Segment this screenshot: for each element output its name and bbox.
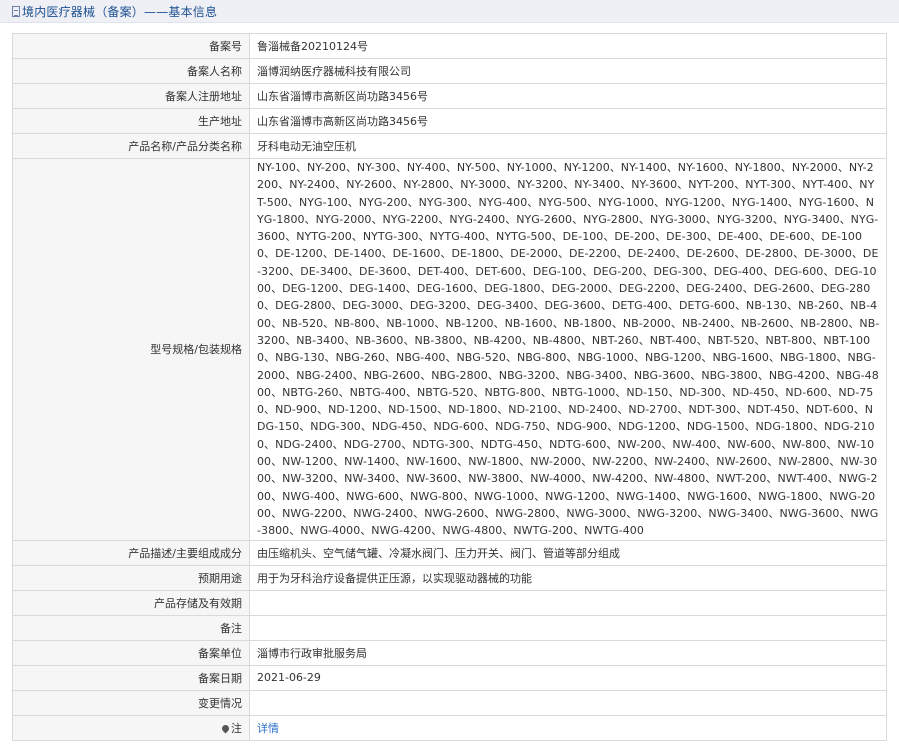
field-label: 预期用途 <box>12 564 250 591</box>
field-value <box>249 589 887 616</box>
page-header: 境内医疗器械（备案）——基本信息 <box>0 0 899 23</box>
field-value: 牙科电动无油空压机 <box>249 133 887 159</box>
field-label: 产品名称/产品分类名称 <box>12 133 250 159</box>
field-value: 由压缩机头、空气储气罐、冷凝水阀门、压力开关、阀门、管道等部分组成 <box>249 539 887 566</box>
table-row: 备案号 鲁淄械备20210124号 <box>12 33 887 59</box>
field-label: 变更情况 <box>12 689 250 716</box>
document-icon <box>12 5 20 17</box>
field-value: 鲁淄械备20210124号 <box>249 33 887 59</box>
field-value: 山东省淄博市高新区尚功路3456号 <box>249 108 887 134</box>
table-row: 注 详情 <box>12 714 887 741</box>
field-value: 淄博润纳医疗器械科技有限公司 <box>249 58 887 84</box>
field-label: 备案单位 <box>12 639 250 666</box>
field-label: 产品存储及有效期 <box>12 589 250 616</box>
field-value: 淄博市行政审批服务局 <box>249 639 887 666</box>
table-row: 备案单位 淄博市行政审批服务局 <box>12 639 887 666</box>
table-row: 预期用途 用于为牙科治疗设备提供正压源，以实现驱动器械的功能 <box>12 564 887 591</box>
field-label: 备注 <box>12 614 250 641</box>
field-label: 型号规格/包装规格 <box>12 158 250 541</box>
field-label: 注 <box>231 721 242 735</box>
field-value: 用于为牙科治疗设备提供正压源，以实现驱动器械的功能 <box>249 564 887 591</box>
table-row: 产品名称/产品分类名称 牙科电动无油空压机 <box>12 133 887 159</box>
model-spec-value: NY-100、NY-200、NY-300、NY-400、NY-500、NY-10… <box>249 158 887 541</box>
table-row: 产品描述/主要组成成分 由压缩机头、空气储气罐、冷凝水阀门、压力开关、阀门、管道… <box>12 539 887 566</box>
field-label: 备案人名称 <box>12 58 250 84</box>
details-link[interactable]: 详情 <box>257 722 279 735</box>
field-label: 备案号 <box>12 33 250 59</box>
table-row: 备案人注册地址 山东省淄博市高新区尚功路3456号 <box>12 83 887 109</box>
page-title: 境内医疗器械（备案）——基本信息 <box>22 4 218 19</box>
table-row: 备案人名称 淄博润纳医疗器械科技有限公司 <box>12 58 887 84</box>
field-value <box>249 689 887 716</box>
field-label: 生产地址 <box>12 108 250 134</box>
field-label: 产品描述/主要组成成分 <box>12 539 250 566</box>
table-row: 备注 <box>12 614 887 641</box>
table-row: 生产地址 山东省淄博市高新区尚功路3456号 <box>12 108 887 134</box>
field-value: 山东省淄博市高新区尚功路3456号 <box>249 83 887 109</box>
field-value-cell: 详情 <box>249 714 887 741</box>
table-row: 产品存储及有效期 <box>12 589 887 616</box>
map-pin-icon <box>220 723 231 733</box>
note-label-cell: 注 <box>12 714 250 741</box>
info-table: 备案号 鲁淄械备20210124号 备案人名称 淄博润纳医疗器械科技有限公司 备… <box>12 33 887 741</box>
field-label: 备案日期 <box>12 664 250 691</box>
field-value <box>249 614 887 641</box>
table-row: 型号规格/包装规格 NY-100、NY-200、NY-300、NY-400、NY… <box>12 158 887 541</box>
table-row: 备案日期 2021-06-29 <box>12 664 887 691</box>
table-row: 变更情况 <box>12 689 887 716</box>
field-value: 2021-06-29 <box>249 664 887 691</box>
field-label: 备案人注册地址 <box>12 83 250 109</box>
